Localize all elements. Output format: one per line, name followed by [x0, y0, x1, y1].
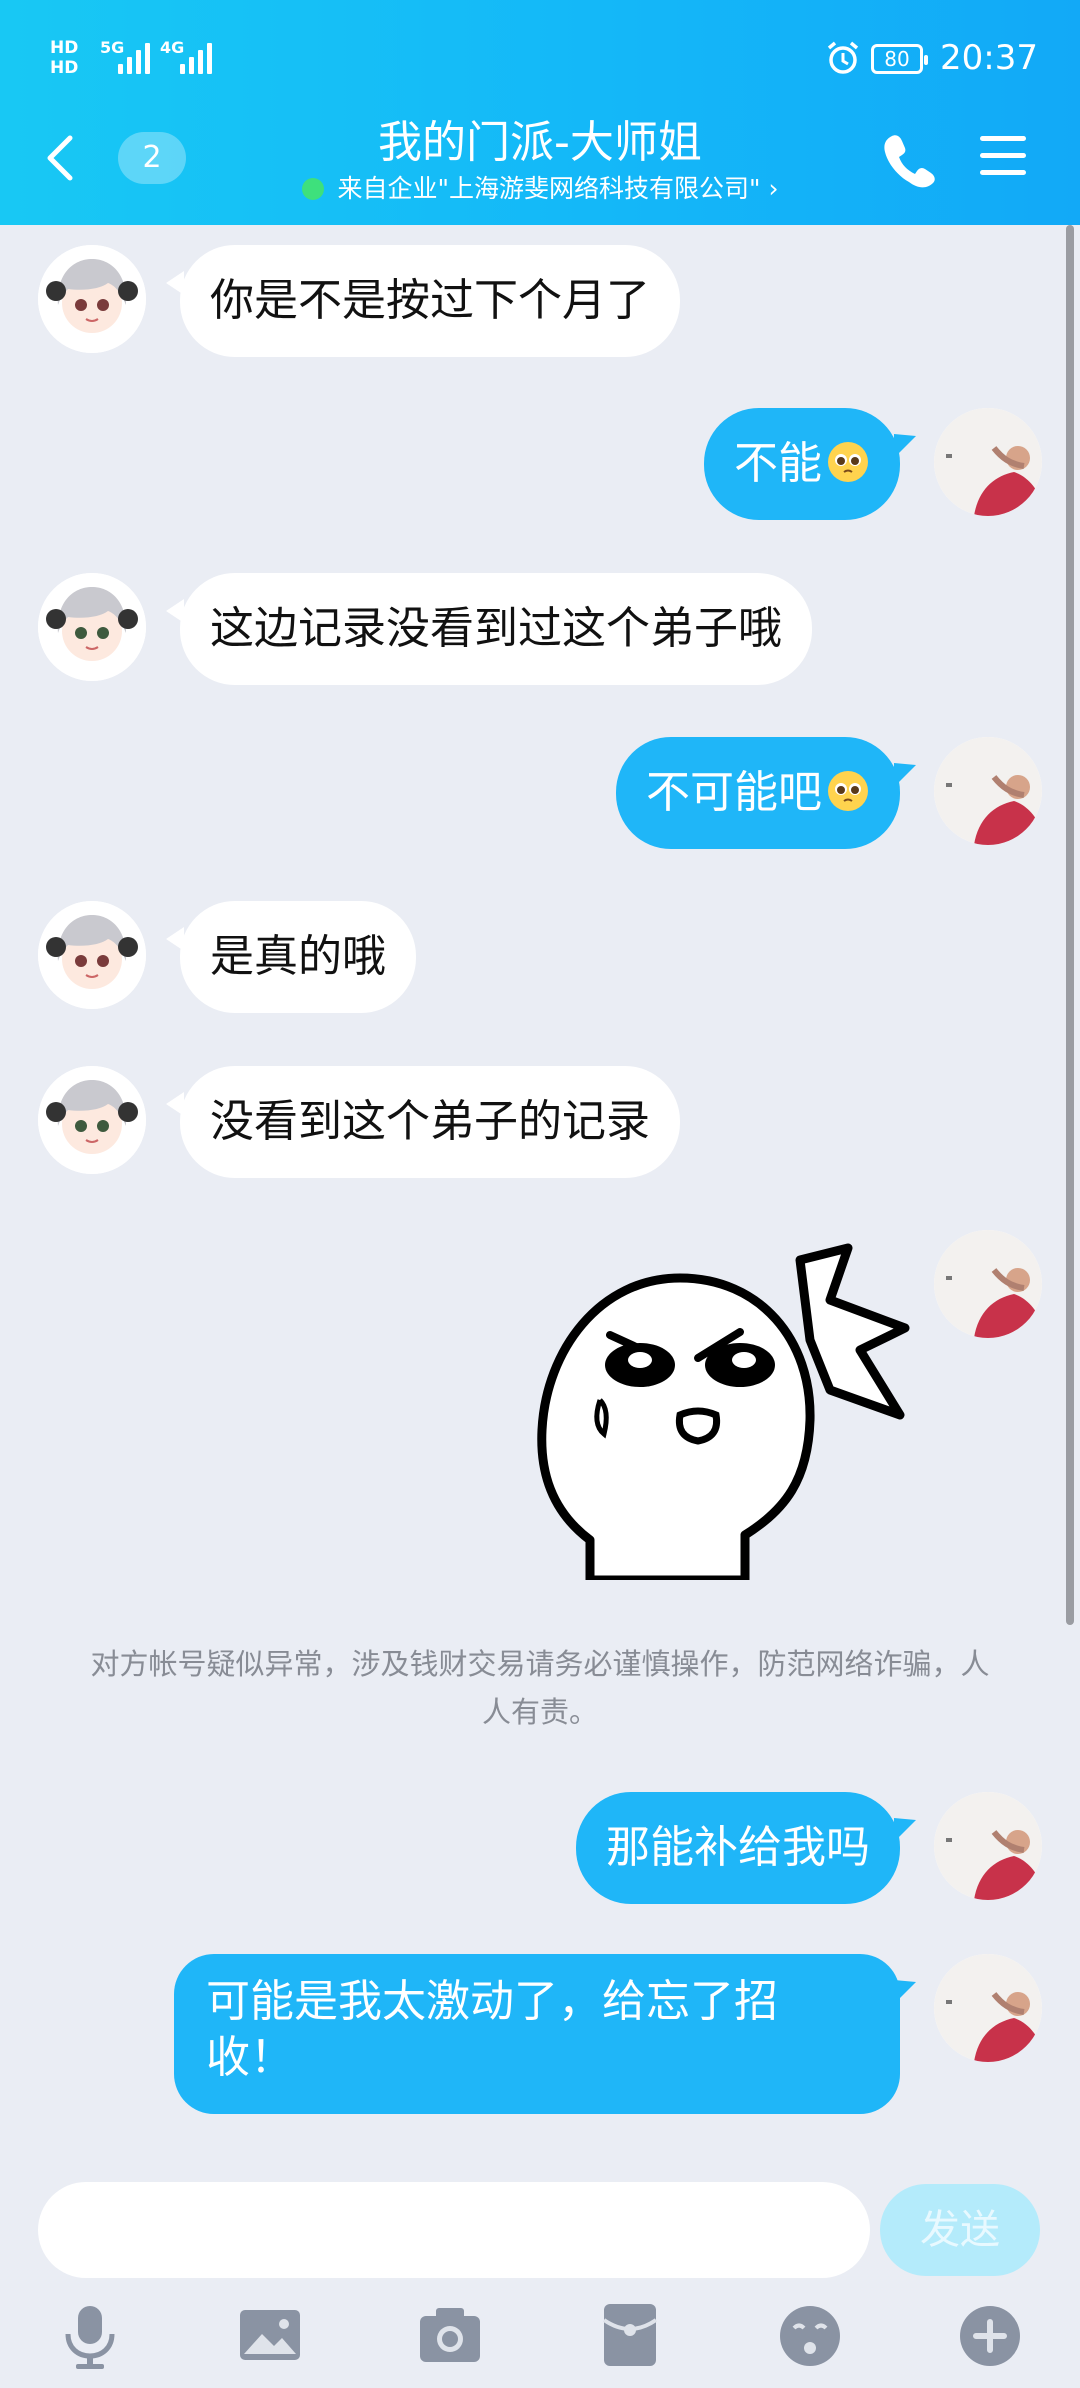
message-bubble[interactable]: 你是不是按过下个月了 — [166, 245, 680, 357]
message-bubble[interactable]: 可能是我太激动了，给忘了招 收！ — [174, 1954, 900, 2114]
user-photo-avatar-icon — [934, 408, 1042, 516]
avatar-self[interactable] — [934, 737, 1042, 845]
hd-label: HD — [50, 38, 79, 58]
phone-icon[interactable] — [880, 128, 936, 190]
user-photo-avatar-icon — [934, 1230, 1042, 1338]
avatar-self[interactable] — [934, 1792, 1042, 1900]
red-packet-icon[interactable] — [594, 2298, 666, 2370]
message-text: 不可能吧 — [646, 767, 822, 818]
emoji-icon[interactable] — [774, 2298, 846, 2370]
message-bubble[interactable]: 不能 — [704, 408, 900, 520]
status-bar: HD HD 5G 4G 80 20:37 — [0, 0, 1080, 115]
anime-girl-avatar-icon — [38, 1066, 146, 1174]
user-photo-avatar-icon — [934, 1792, 1042, 1900]
avatar-other[interactable] — [38, 573, 146, 681]
message-text: 不能 — [734, 438, 822, 489]
alarm-icon — [827, 41, 859, 74]
anime-girl-avatar-icon — [38, 573, 146, 681]
angry-face-sticker-icon[interactable] — [530, 1240, 920, 1580]
signal-4g-icon — [180, 38, 212, 74]
battery-indicator: 80 — [871, 44, 928, 74]
send-button[interactable]: 发送 — [880, 2184, 1040, 2276]
message-bubble[interactable]: 这边记录没看到过这个弟子哦 — [166, 573, 812, 685]
network-hd-indicator: HD HD — [50, 38, 78, 78]
message-bubble[interactable]: 是真的哦 — [166, 901, 416, 1013]
clock: 20:37 — [940, 38, 1038, 78]
avatar-self[interactable] — [934, 1954, 1042, 2062]
hd-label-2: HD — [50, 58, 79, 78]
microphone-icon[interactable] — [54, 2298, 126, 2370]
plus-icon[interactable] — [954, 2298, 1026, 2370]
online-dot-icon — [301, 178, 324, 200]
menu-icon[interactable] — [978, 132, 1028, 180]
user-photo-avatar-icon — [934, 737, 1042, 845]
message-bubble[interactable]: 没看到这个弟子的记录 — [166, 1066, 680, 1178]
message-bubble[interactable]: 不可能吧 — [616, 737, 900, 849]
avatar-other[interactable] — [38, 901, 146, 1009]
pleading-face-emoji-icon — [828, 771, 868, 811]
avatar-self[interactable] — [934, 408, 1042, 516]
message-input[interactable] — [38, 2182, 870, 2278]
chat-header: HD HD 5G 4G 80 20:37 2 我的门派-大师姐 来自企业"上海游… — [0, 0, 1080, 225]
anime-girl-avatar-icon — [38, 901, 146, 1009]
user-photo-avatar-icon — [934, 1954, 1042, 2062]
anime-girl-avatar-icon — [38, 245, 146, 353]
camera-icon[interactable] — [414, 2298, 486, 2370]
image-icon[interactable] — [234, 2298, 306, 2370]
pleading-face-emoji-icon — [828, 442, 868, 482]
avatar-other[interactable] — [38, 245, 146, 353]
message-bubble[interactable]: 那能补给我吗 — [576, 1792, 900, 1904]
signal-5g-icon — [118, 38, 150, 74]
avatar-other[interactable] — [38, 1066, 146, 1174]
security-notice: 对方帐号疑似异常，涉及钱财交易请务必谨慎操作，防范网络诈骗，人人有责。 — [90, 1647, 990, 1729]
scrollbar[interactable] — [1066, 225, 1074, 1625]
avatar-self[interactable] — [934, 1230, 1042, 1338]
company-label: 来自企业"上海游斐网络科技有限公司" › — [337, 174, 779, 203]
